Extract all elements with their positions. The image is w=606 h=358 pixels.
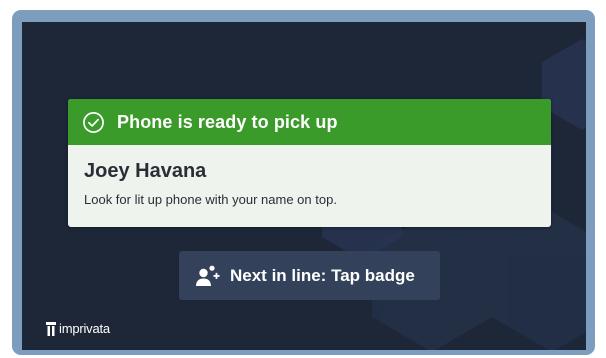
next-in-line-button[interactable]: Next in line: Tap badge bbox=[179, 251, 440, 300]
pickup-instruction: Look for lit up phone with your name on … bbox=[84, 192, 337, 207]
kiosk-screen: Phone is ready to pick up Joey Havana Lo… bbox=[22, 22, 586, 350]
logo-text: imprivata bbox=[59, 321, 110, 336]
card-body: Joey Havana Look for lit up phone with y… bbox=[68, 145, 551, 207]
person-name: Joey Havana bbox=[84, 160, 207, 182]
add-user-icon bbox=[195, 264, 220, 288]
check-circle-icon bbox=[82, 111, 105, 134]
imprivata-logo-icon bbox=[46, 321, 56, 336]
imprivata-logo: imprivata bbox=[46, 321, 110, 336]
card-header: Phone is ready to pick up bbox=[68, 99, 551, 145]
phone-ready-card: Phone is ready to pick up Joey Havana Lo… bbox=[68, 99, 551, 227]
next-in-line-label: Next in line: Tap badge bbox=[230, 265, 415, 285]
card-title: Phone is ready to pick up bbox=[117, 111, 338, 132]
